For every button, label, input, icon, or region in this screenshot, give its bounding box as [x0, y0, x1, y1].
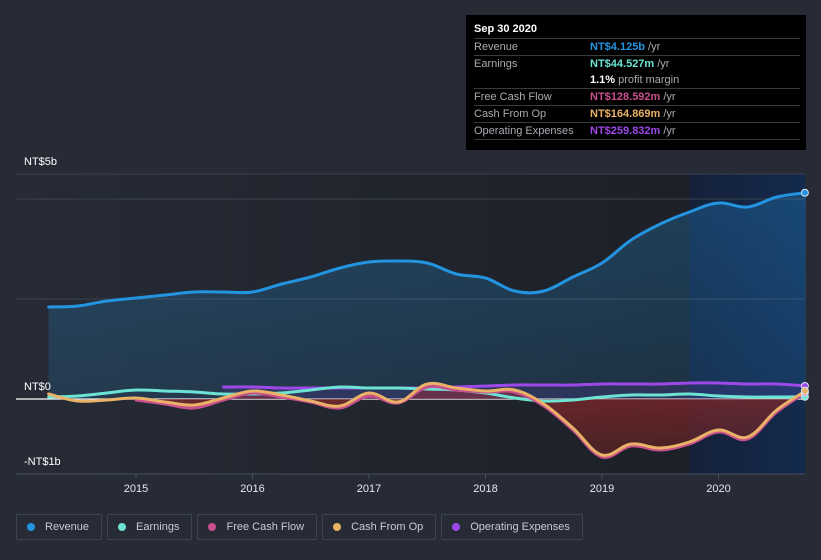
- y-tick-label: NT$0: [24, 381, 51, 393]
- earnings-dot-icon: [118, 523, 127, 531]
- tooltip-label: Operating Expenses: [474, 125, 574, 137]
- legend-item-free-cash-flow[interactable]: Free Cash Flow: [197, 514, 318, 540]
- revenue-dot-icon: [27, 523, 35, 531]
- tooltip-row-fcf: Free Cash Flow NT$128.592m /yr: [474, 89, 800, 106]
- legend-item-operating-expenses[interactable]: Operating Expenses: [441, 514, 583, 540]
- tooltip-label: Cash From Op: [474, 108, 547, 120]
- legend-item-earnings[interactable]: Earnings: [107, 514, 193, 540]
- tooltip-label: Earnings: [474, 58, 518, 70]
- y-tick-label: NT$5b: [24, 156, 58, 168]
- x-tick-label: 2020: [706, 483, 730, 495]
- operating-expenses-dot-icon: [452, 523, 461, 531]
- x-tick-label: 2018: [473, 483, 497, 495]
- tooltip-row-opex: Operating Expenses NT$259.832m /yr: [474, 123, 800, 140]
- tooltip-row-margin: 1.1% profit margin: [474, 72, 800, 89]
- cash-from-op-dot-icon: [333, 523, 342, 531]
- revenue-end-marker: [800, 188, 809, 197]
- tooltip-value: NT$128.592m: [590, 91, 661, 103]
- profit-margin-label: profit margin: [618, 74, 680, 86]
- tooltip-row-earnings: Earnings NT$44.527m /yr: [474, 56, 800, 72]
- legend-item-cash-from-op[interactable]: Cash From Op: [322, 514, 437, 540]
- legend-item-revenue[interactable]: Revenue: [16, 514, 103, 540]
- tooltip-unit: /yr: [663, 125, 676, 137]
- y-tick-label: -NT$1b: [24, 456, 61, 468]
- tooltip-label: Free Cash Flow: [474, 91, 552, 103]
- tooltip-date: Sep 30 2020: [474, 21, 800, 39]
- legend-label: Cash From Op: [351, 521, 424, 533]
- tooltip-value: NT$259.832m: [590, 125, 661, 137]
- tooltip-row-revenue: Revenue NT$4.125b /yr: [474, 39, 800, 56]
- legend-label: Free Cash Flow: [226, 521, 305, 533]
- tooltip-value: NT$44.527m: [590, 58, 655, 70]
- tooltip-unit: /yr: [648, 41, 661, 53]
- x-tick-label: 2017: [357, 483, 381, 495]
- profit-margin-value: 1.1%: [590, 74, 616, 86]
- tooltip-row-cfo: Cash From Op NT$164.869m /yr: [474, 106, 800, 123]
- x-tick-label: 2016: [240, 483, 264, 495]
- tooltip-label: Revenue: [474, 41, 519, 53]
- legend-label: Revenue: [45, 521, 90, 533]
- legend-label: Earnings: [136, 521, 180, 533]
- legend: Revenue Earnings Free Cash Flow Cash Fro…: [16, 514, 583, 540]
- free-cash-flow-dot-icon: [208, 523, 217, 531]
- tooltip: Sep 30 2020 Revenue NT$4.125b /yr Earnin…: [466, 15, 806, 150]
- tooltip-unit: /yr: [657, 58, 670, 70]
- tooltip-unit: /yr: [663, 108, 676, 120]
- tooltip-value: NT$4.125b: [590, 41, 646, 53]
- x-tick-label: 2015: [124, 483, 148, 495]
- x-tick-label: 2019: [590, 483, 614, 495]
- cash-from-op-end-marker: [800, 386, 809, 395]
- tooltip-value: NT$164.869m: [590, 108, 661, 120]
- legend-label: Operating Expenses: [470, 521, 570, 533]
- tooltip-unit: /yr: [663, 91, 676, 103]
